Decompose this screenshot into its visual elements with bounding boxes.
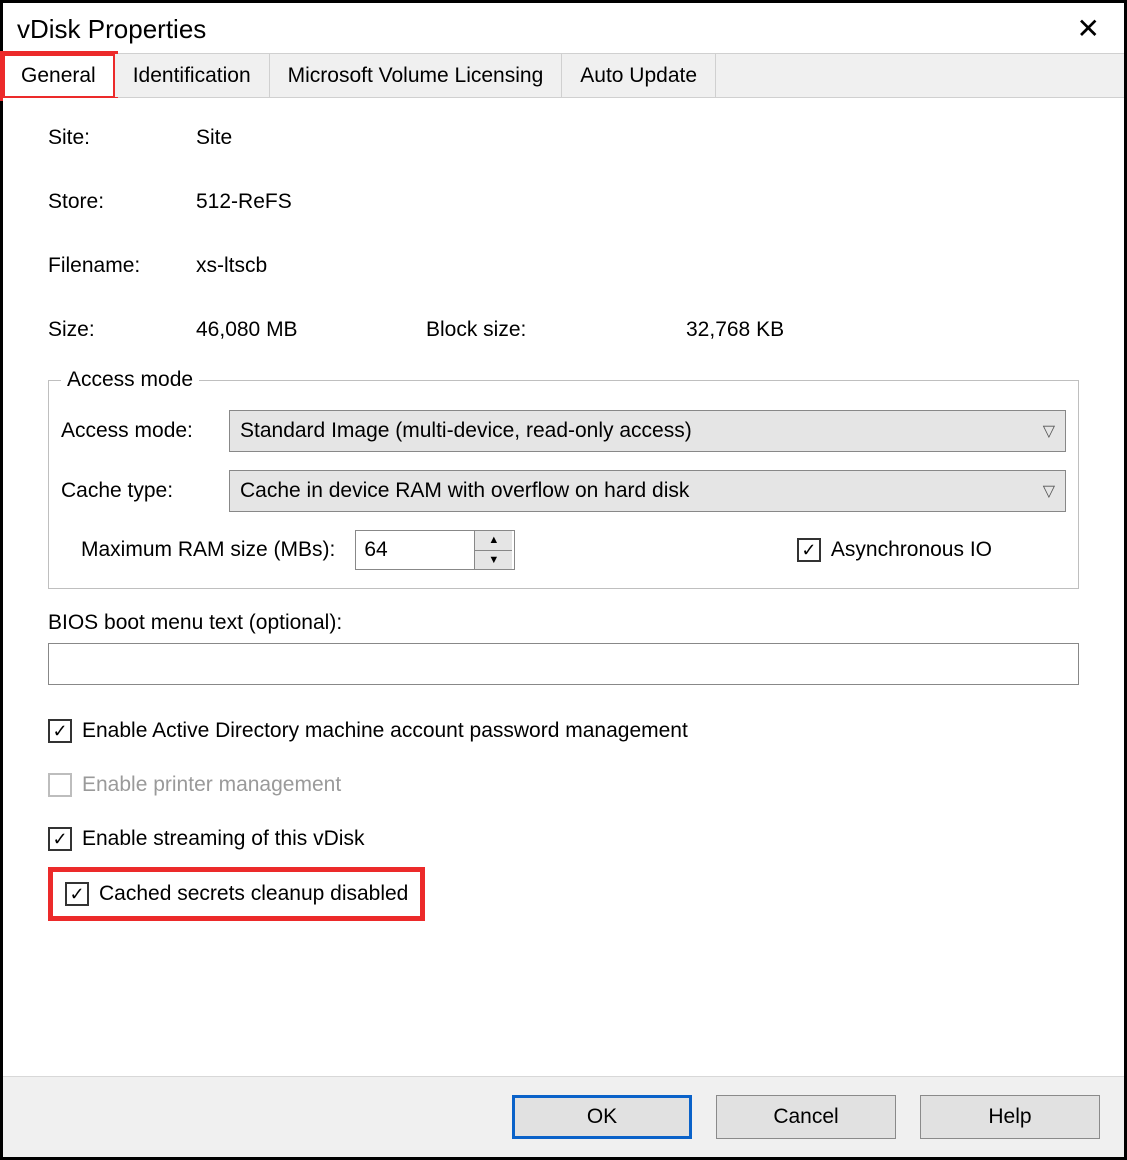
window-title: vDisk Properties (17, 14, 206, 45)
chevron-down-icon: ▽ (1043, 421, 1055, 441)
row-ram-size: Maximum RAM size (MBs): ▲ ▼ ✓ Asynchrono… (61, 530, 1066, 570)
checkbox-printer-mgmt: Enable printer management (48, 773, 341, 797)
select-cache-type[interactable]: Cache in device RAM with overflow on har… (229, 470, 1066, 512)
select-access-mode[interactable]: Standard Image (multi-device, read-only … (229, 410, 1066, 452)
label-streaming: Enable streaming of this vDisk (82, 827, 364, 851)
label-cached-secrets: Cached secrets cleanup disabled (99, 882, 408, 906)
select-cache-type-value: Cache in device RAM with overflow on har… (240, 479, 689, 503)
tab-content: Site: Site Store: 512-ReFS Filename: xs-… (3, 98, 1124, 1076)
label-bios-text: BIOS boot menu text (optional): (48, 611, 1079, 635)
checkbox-cached-secrets[interactable]: ✓ Cached secrets cleanup disabled (65, 882, 408, 906)
spinner-down-icon[interactable]: ▼ (475, 551, 512, 570)
row-site: Site: Site (48, 126, 1079, 150)
help-button[interactable]: Help (920, 1095, 1100, 1139)
row-size: Size: 46,080 MB Block size: 32,768 KB (48, 318, 1079, 342)
spinner-up-icon[interactable]: ▲ (475, 531, 512, 551)
group-access-mode: Access mode Access mode: Standard Image … (48, 368, 1079, 589)
dialog-window: vDisk Properties ✕ General Identificatio… (0, 0, 1127, 1160)
check-icon: ✓ (48, 719, 72, 743)
spinner-ram-size[interactable]: ▲ ▼ (355, 530, 515, 570)
tab-identification[interactable]: Identification (115, 54, 270, 97)
select-access-mode-value: Standard Image (multi-device, read-only … (240, 419, 692, 443)
label-printer-mgmt: Enable printer management (82, 773, 341, 797)
legend-access-mode: Access mode (61, 368, 199, 392)
check-icon: ✓ (65, 882, 89, 906)
value-store: 512-ReFS (196, 190, 292, 214)
check-icon (48, 773, 72, 797)
label-size: Size: (48, 318, 196, 342)
label-ram-size: Maximum RAM size (MBs): (81, 538, 335, 562)
dialog-footer: OK Cancel Help (3, 1076, 1124, 1157)
check-icon: ✓ (797, 538, 821, 562)
check-icon: ✓ (48, 827, 72, 851)
titlebar: vDisk Properties ✕ (3, 3, 1124, 53)
input-bios-text[interactable] (48, 643, 1079, 685)
label-blocksize: Block size: (426, 318, 686, 342)
label-cache-type: Cache type: (61, 479, 223, 503)
value-blocksize: 32,768 KB (686, 318, 784, 342)
row-filename: Filename: xs-ltscb (48, 254, 1079, 278)
label-access-mode: Access mode: (61, 419, 223, 443)
tab-volume-licensing[interactable]: Microsoft Volume Licensing (270, 54, 563, 97)
input-ram-size[interactable] (356, 531, 474, 569)
value-filename: xs-ltscb (196, 254, 267, 278)
value-site: Site (196, 126, 232, 150)
tab-auto-update[interactable]: Auto Update (562, 54, 716, 97)
checkbox-streaming[interactable]: ✓ Enable streaming of this vDisk (48, 827, 364, 851)
label-filename: Filename: (48, 254, 196, 278)
label-store: Store: (48, 190, 196, 214)
value-size: 46,080 MB (196, 318, 366, 342)
highlight-secrets: ✓ Cached secrets cleanup disabled (48, 867, 425, 921)
label-ad-password: Enable Active Directory machine account … (82, 719, 688, 743)
cancel-button[interactable]: Cancel (716, 1095, 896, 1139)
row-cache-type: Cache type: Cache in device RAM with ove… (61, 470, 1066, 512)
checkbox-async-io[interactable]: ✓ Asynchronous IO (797, 538, 992, 562)
checkbox-list: ✓ Enable Active Directory machine accoun… (48, 709, 1079, 921)
tab-general[interactable]: General (3, 54, 115, 98)
tabstrip: General Identification Microsoft Volume … (3, 53, 1124, 98)
row-access-mode: Access mode: Standard Image (multi-devic… (61, 410, 1066, 452)
ok-button[interactable]: OK (512, 1095, 692, 1139)
label-site: Site: (48, 126, 196, 150)
checkbox-ad-password[interactable]: ✓ Enable Active Directory machine accoun… (48, 719, 688, 743)
label-async-io: Asynchronous IO (831, 538, 992, 562)
chevron-down-icon: ▽ (1043, 481, 1055, 501)
close-icon[interactable]: ✕ (1067, 11, 1110, 47)
row-store: Store: 512-ReFS (48, 190, 1079, 214)
